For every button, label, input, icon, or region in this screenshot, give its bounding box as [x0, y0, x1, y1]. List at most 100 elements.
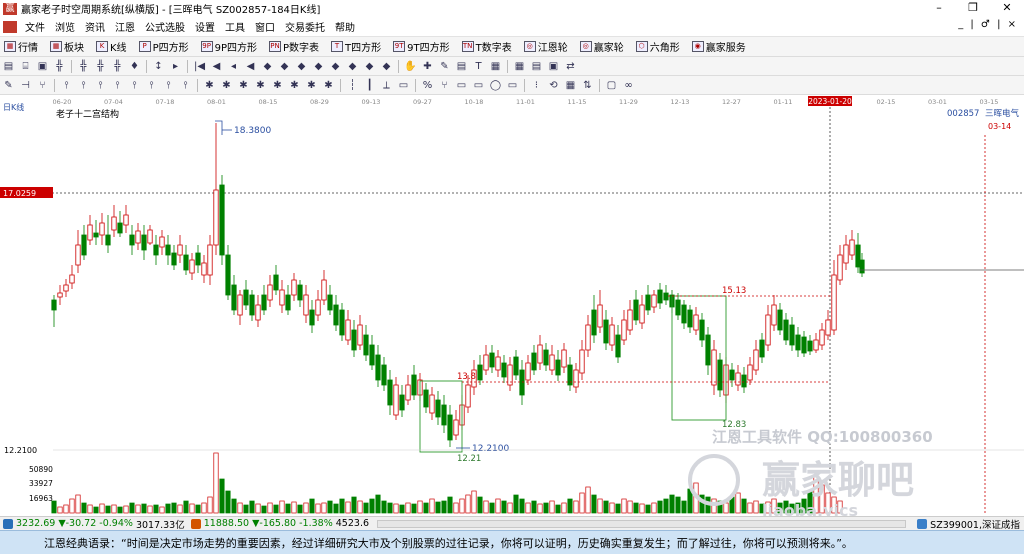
kline-chart[interactable]: 06-20 07-04 07-18 08-01 08-15 08-29 09-13 09-27…	[0, 95, 1024, 516]
toolbar-item-6[interactable]: T T四方形	[327, 39, 381, 54]
hand-icon[interactable]: ✋	[404, 60, 417, 73]
rect2-icon[interactable]: ▭	[472, 79, 485, 92]
circle2-icon[interactable]: ✱	[220, 79, 233, 92]
text-icon[interactable]: T	[472, 60, 485, 73]
candle-body	[543, 349, 549, 366]
line8-icon[interactable]: ⫯	[179, 79, 192, 92]
close-button[interactable]: ✕	[990, 0, 1024, 17]
infinity-icon[interactable]: ∞	[622, 79, 635, 92]
pin-icon[interactable]: ♦	[128, 60, 141, 73]
minimize-button[interactable]: –	[922, 0, 956, 17]
tools3-icon[interactable]: ╬	[94, 60, 107, 73]
toolbar-item-10[interactable]: ◎ 赢家轮	[576, 39, 624, 54]
percent-icon[interactable]: %	[421, 79, 434, 92]
circle8-icon[interactable]: ✱	[322, 79, 335, 92]
diamond2-icon[interactable]: ◆	[278, 60, 291, 73]
circle1-icon[interactable]: ✱	[203, 79, 216, 92]
save-icon[interactable]: ▤	[2, 60, 15, 73]
ellipse-icon[interactable]: ◯	[489, 79, 502, 92]
menu-formula[interactable]: 公式选股	[140, 19, 190, 34]
toolbar-item-9[interactable]: ◎ 江恩轮	[520, 39, 568, 54]
line2-icon[interactable]: ⫯	[77, 79, 90, 92]
menu-window[interactable]: 窗口	[250, 19, 280, 34]
diamond4-icon[interactable]: ◆	[312, 60, 325, 73]
toolbar-item-11[interactable]: ⬡ 六角形	[632, 39, 680, 54]
line3-icon[interactable]: ⫯	[94, 79, 107, 92]
cross-icon[interactable]: ✚	[421, 60, 434, 73]
toolbar-item-8[interactable]: TN T数字表	[458, 39, 512, 54]
frame-icon[interactable]: ▢	[605, 79, 618, 92]
circle5-icon[interactable]: ✱	[271, 79, 284, 92]
toolbar-item-4[interactable]: 9P 9P四方形	[197, 39, 257, 54]
circle4-icon[interactable]: ✱	[254, 79, 267, 92]
box-icon[interactable]: ▭	[397, 79, 410, 92]
menu-settings[interactable]: 设置	[190, 19, 220, 34]
cursor-icon[interactable]: ↕	[152, 60, 165, 73]
restore-button[interactable]: ❐	[956, 0, 990, 17]
prev-icon[interactable]: ◀	[210, 60, 223, 73]
circle7-icon[interactable]: ✱	[305, 79, 318, 92]
draw-icon[interactable]: ✎	[438, 60, 451, 73]
menu-trade[interactable]: 交易委托	[280, 19, 330, 34]
grid2-icon[interactable]: ┆	[346, 79, 359, 92]
menu-help[interactable]: 帮助	[330, 19, 360, 34]
tools-icon[interactable]: ╬	[53, 60, 66, 73]
list-icon[interactable]: ▣	[36, 60, 49, 73]
line4-icon[interactable]: ⫯	[111, 79, 124, 92]
pencil-icon[interactable]: ✎	[2, 79, 15, 92]
toolbar-item-3[interactable]: P P四方形	[135, 39, 189, 54]
toolbar-item-7[interactable]: 9T 9T四方形	[389, 39, 450, 54]
menu-gann[interactable]: 江恩	[110, 19, 140, 34]
diamond8-icon[interactable]: ◆	[380, 60, 393, 73]
menu-info[interactable]: 资讯	[80, 19, 110, 34]
toolbar-item-12[interactable]: ◉ 赢家服务	[688, 39, 746, 54]
table2-icon[interactable]: ▦	[564, 79, 577, 92]
dots-icon[interactable]: ⁝	[530, 79, 543, 92]
circle3-icon[interactable]: ✱	[237, 79, 250, 92]
status-scrollbar[interactable]	[377, 519, 907, 528]
left-icon[interactable]: ◂	[227, 60, 240, 73]
rect-icon[interactable]: ▭	[455, 79, 468, 92]
line6-icon[interactable]: ⫯	[145, 79, 158, 92]
gift-icon[interactable]: ▤	[455, 60, 468, 73]
fork2-icon[interactable]: ⑂	[438, 79, 451, 92]
diamond5-icon[interactable]: ◆	[329, 60, 342, 73]
mdi-controls[interactable]: _ | ♂ | ×	[958, 19, 1018, 30]
circle6-icon[interactable]: ✱	[288, 79, 301, 92]
image-icon[interactable]: ▣	[547, 60, 560, 73]
back-icon[interactable]: ◀	[244, 60, 257, 73]
toolbar-item-2[interactable]: K K线	[92, 39, 127, 54]
first-icon[interactable]: |◀	[193, 60, 206, 73]
save2-icon[interactable]: ▤	[530, 60, 543, 73]
tools4-icon[interactable]: ╬	[111, 60, 124, 73]
toolbar-item-0[interactable]: ▦ 行情	[0, 39, 38, 54]
menu-tools[interactable]: 工具	[220, 19, 250, 34]
diamond6-icon[interactable]: ◆	[346, 60, 359, 73]
measure-icon[interactable]: ⊣	[19, 79, 32, 92]
cycle-icon[interactable]: ⟲	[547, 79, 560, 92]
rect3-icon[interactable]: ▭	[506, 79, 519, 92]
line7-icon[interactable]: ⫯	[162, 79, 175, 92]
ruler-icon[interactable]: ⟂	[380, 79, 393, 92]
bars-icon[interactable]: ┃	[363, 79, 376, 92]
candle-body	[297, 284, 303, 301]
diamond1-icon[interactable]: ◆	[261, 60, 274, 73]
line1-icon[interactable]: ⫯	[60, 79, 73, 92]
calc-icon[interactable]: ▦	[489, 60, 502, 73]
menu-file[interactable]: 文件	[20, 19, 50, 34]
menu-browse[interactable]: 浏览	[50, 19, 80, 34]
line5-icon[interactable]: ⫯	[128, 79, 141, 92]
diamond7-icon[interactable]: ◆	[363, 60, 376, 73]
fork-icon[interactable]: ⑂	[36, 79, 49, 92]
tools2-icon[interactable]: ╬	[77, 60, 90, 73]
diamond3-icon[interactable]: ◆	[295, 60, 308, 73]
arrows-icon[interactable]: ⇅	[581, 79, 594, 92]
table-icon[interactable]: ▦	[513, 60, 526, 73]
arrow-icon[interactable]: ⇄	[564, 60, 577, 73]
grid-select-icon[interactable]: ⌸	[19, 60, 32, 73]
toolbar-item-5[interactable]: PN P数字表	[265, 39, 319, 54]
service-icon: ◉	[691, 41, 704, 52]
flag-icon[interactable]: ▸	[169, 60, 182, 73]
index-switch-icon[interactable]	[917, 518, 928, 529]
toolbar-item-1[interactable]: ▦ 板块	[46, 39, 84, 54]
